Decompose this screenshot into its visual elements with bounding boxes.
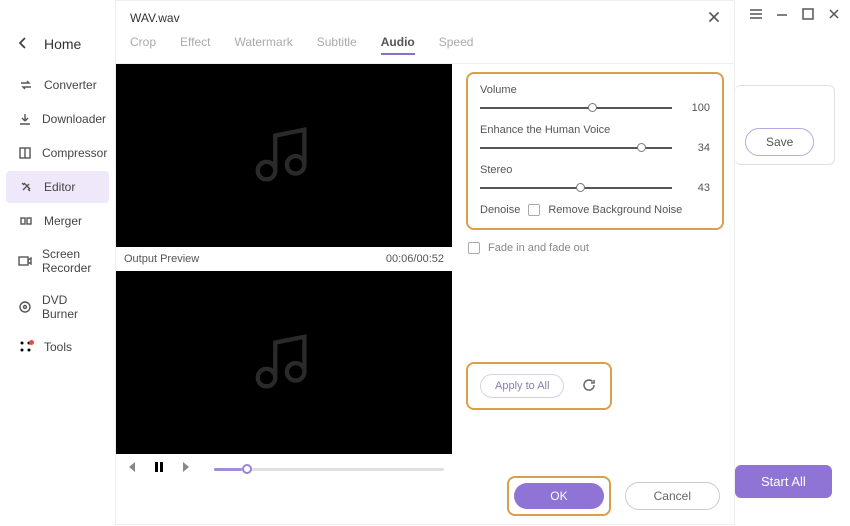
audio-box: Volume 100 Enhance the Human Voice 34 St… (466, 72, 724, 230)
enhance-label: Enhance the Human Voice (480, 124, 710, 136)
volume-slider[interactable] (480, 107, 672, 109)
sidebar-item-screen-recorder[interactable]: Screen Recorder (6, 239, 109, 283)
enhance-value: 34 (682, 142, 710, 154)
progress-slider[interactable] (214, 468, 444, 471)
sidebar: Converter Downloader Compressor Editor M… (0, 68, 115, 364)
apply-box: Apply to All (466, 362, 612, 410)
sidebar-item-label: Tools (44, 340, 72, 354)
source-preview (116, 64, 452, 247)
denoise-checkbox[interactable] (528, 204, 540, 216)
menu-icon[interactable] (748, 6, 764, 22)
preview-time: 00:06/00:52 (386, 253, 444, 265)
right-panel: Save (745, 128, 840, 156)
editor-icon (18, 179, 34, 195)
dialog-footer: OK Cancel (507, 476, 720, 516)
sidebar-item-converter[interactable]: Converter (6, 69, 109, 101)
tab-subtitle[interactable]: Subtitle (317, 35, 357, 55)
home-bar: Home (0, 30, 115, 58)
tools-icon (18, 339, 34, 355)
prev-icon[interactable] (124, 460, 142, 478)
sidebar-item-editor[interactable]: Editor (6, 171, 109, 203)
volume-value: 100 (682, 102, 710, 114)
denoise-checkbox-label: Remove Background Noise (548, 204, 682, 216)
sidebar-item-label: Downloader (42, 112, 106, 126)
sidebar-item-label: Compressor (42, 146, 107, 160)
preview-label: Output Preview (124, 253, 199, 265)
cancel-button[interactable]: Cancel (625, 482, 720, 510)
volume-label: Volume (480, 84, 710, 96)
downloader-icon (18, 111, 32, 127)
window-titlebar (740, 0, 850, 28)
sidebar-item-merger[interactable]: Merger (6, 205, 109, 237)
audio-settings: Volume 100 Enhance the Human Voice 34 St… (452, 64, 734, 484)
stereo-value: 43 (682, 182, 710, 194)
output-preview (116, 271, 452, 454)
converter-icon (18, 77, 34, 93)
fade-checkbox[interactable] (468, 242, 480, 254)
sidebar-item-label: Converter (44, 78, 97, 92)
close-icon[interactable] (706, 9, 724, 27)
ok-highlight: OK (507, 476, 610, 516)
denoise-label: Denoise (480, 204, 520, 216)
screen-recorder-icon (18, 253, 32, 269)
home-label[interactable]: Home (44, 36, 81, 52)
stereo-slider[interactable] (480, 187, 672, 189)
merger-icon (18, 213, 34, 229)
close-window-icon[interactable] (826, 6, 842, 22)
sidebar-item-tools[interactable]: Tools (6, 331, 109, 363)
preview-bar: Output Preview 00:06/00:52 (116, 247, 452, 271)
compressor-icon (18, 145, 32, 161)
sidebar-item-compressor[interactable]: Compressor (6, 137, 109, 169)
sidebar-item-label: Editor (44, 180, 75, 194)
refresh-icon[interactable] (582, 378, 598, 394)
tab-speed[interactable]: Speed (439, 35, 474, 55)
music-note-icon (249, 328, 319, 398)
tab-audio[interactable]: Audio (381, 35, 415, 55)
tab-watermark[interactable]: Watermark (234, 35, 292, 55)
dialog-title: WAV.wav (116, 1, 734, 31)
sidebar-item-label: Merger (44, 214, 82, 228)
stereo-label: Stereo (480, 164, 710, 176)
minimize-icon[interactable] (774, 6, 790, 22)
fade-label: Fade in and fade out (488, 242, 589, 254)
editor-dialog: WAV.wav Crop Effect Watermark Subtitle A… (115, 0, 735, 525)
save-button[interactable]: Save (745, 128, 814, 156)
maximize-icon[interactable] (800, 6, 816, 22)
transport-controls (116, 454, 452, 484)
back-icon[interactable] (16, 36, 32, 52)
sidebar-item-label: DVD Burner (42, 293, 97, 321)
next-icon[interactable] (180, 460, 198, 478)
tab-effect[interactable]: Effect (180, 35, 210, 55)
sidebar-item-downloader[interactable]: Downloader (6, 103, 109, 135)
start-all-button[interactable]: Start All (735, 465, 832, 498)
sidebar-item-label: Screen Recorder (42, 247, 97, 275)
dvd-burner-icon (18, 299, 32, 315)
tabs: Crop Effect Watermark Subtitle Audio Spe… (116, 31, 734, 64)
enhance-slider[interactable] (480, 147, 672, 149)
sidebar-item-dvd-burner[interactable]: DVD Burner (6, 285, 109, 329)
tab-crop[interactable]: Crop (130, 35, 156, 55)
music-note-icon (249, 121, 319, 191)
apply-to-all-button[interactable]: Apply to All (480, 374, 564, 398)
preview-column: Output Preview 00:06/00:52 (116, 64, 452, 484)
ok-button[interactable]: OK (514, 483, 603, 509)
pause-icon[interactable] (152, 460, 170, 478)
